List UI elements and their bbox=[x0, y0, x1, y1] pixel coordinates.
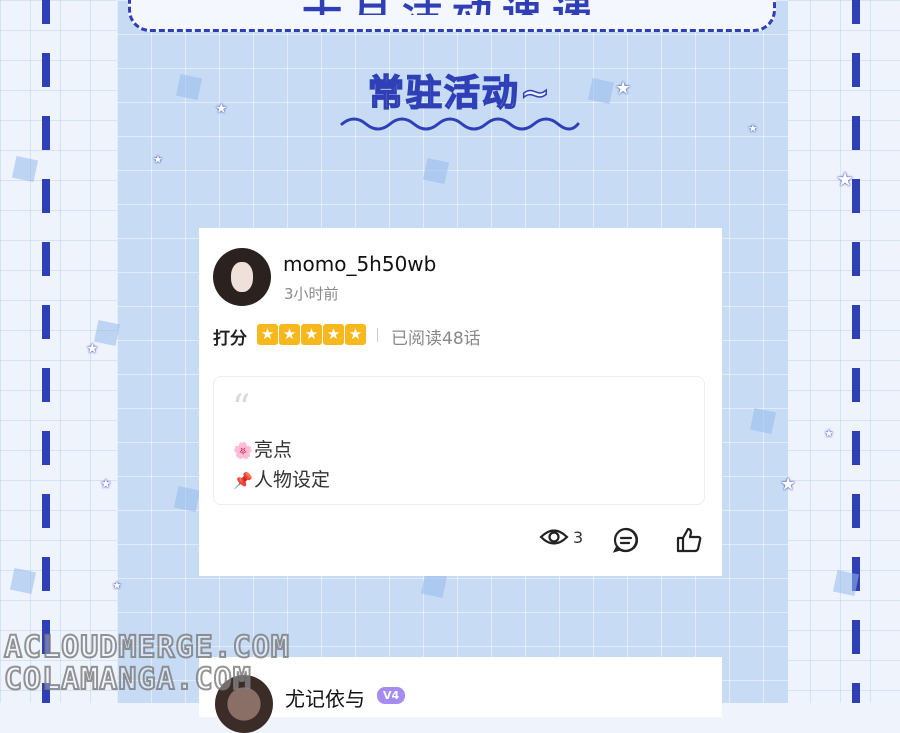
comment-time: 3小时前 bbox=[284, 285, 339, 303]
rating-stars: ★ ★ ★ ★ ★ bbox=[257, 324, 366, 345]
read-status: 已阅读48话 bbox=[391, 329, 481, 349]
decor-square bbox=[11, 155, 39, 183]
comment-line-pin: 📌人物设定 bbox=[232, 465, 330, 492]
comment-icon bbox=[612, 527, 639, 553]
star-icon: ★ bbox=[100, 477, 112, 492]
star-icon: ★ bbox=[824, 427, 834, 440]
wave-divider bbox=[340, 117, 580, 131]
star-icon: ★ bbox=[153, 153, 163, 166]
decor-square bbox=[832, 569, 860, 597]
rating-star-icon: ★ bbox=[323, 324, 344, 345]
reply-button[interactable] bbox=[612, 526, 640, 558]
rating-star-icon: ★ bbox=[279, 324, 300, 345]
eye-icon bbox=[539, 529, 569, 545]
flower-icon: 🌸 bbox=[233, 441, 253, 460]
banner-title: 十月活动速递 bbox=[131, 0, 773, 15]
rating-star-icon: ★ bbox=[301, 324, 322, 345]
star-icon: ★ bbox=[780, 474, 797, 495]
section-title-text: 常驻活动~ bbox=[367, 72, 553, 115]
pushpin-icon: 📌 bbox=[233, 471, 253, 490]
right-dashed-border bbox=[852, 0, 860, 703]
star-icon: ★ bbox=[615, 78, 632, 99]
star-icon: ★ bbox=[86, 341, 99, 357]
username[interactable]: momo_5h50wb bbox=[283, 252, 436, 276]
highlight-text: 亮点 bbox=[254, 439, 293, 461]
pin-text: 人物设定 bbox=[254, 469, 331, 491]
vip-badge: V4 bbox=[377, 687, 406, 704]
rating-label: 打分 bbox=[213, 329, 247, 349]
view-count-button[interactable]: 3 bbox=[539, 526, 583, 548]
star-icon: ★ bbox=[112, 579, 122, 592]
divider bbox=[377, 328, 378, 342]
watermark-line2: COLAMANGA.COM bbox=[3, 661, 252, 698]
decor-square bbox=[422, 157, 450, 185]
quote-icon: “ bbox=[232, 388, 251, 429]
decor-square bbox=[749, 407, 777, 435]
left-dashed-border bbox=[42, 0, 50, 703]
view-count: 3 bbox=[573, 527, 584, 547]
rating-star-icon: ★ bbox=[257, 324, 278, 345]
like-button[interactable] bbox=[675, 526, 703, 558]
star-icon: ★ bbox=[215, 101, 228, 117]
avatar[interactable] bbox=[213, 248, 271, 306]
thumbs-up-icon bbox=[676, 527, 702, 553]
top-banner: 十月活动速递 bbox=[128, 0, 776, 32]
watermark-line1: ACLOUDMERGE.COM bbox=[3, 629, 290, 666]
username[interactable]: 尤记依与 bbox=[285, 683, 365, 712]
section-title: 常驻活动~ bbox=[340, 64, 580, 116]
comment-card-next: 尤记依与 V4 bbox=[199, 657, 722, 733]
star-icon: ★ bbox=[836, 167, 854, 191]
comment-body: “ 🌸亮点 📌人物设定 bbox=[213, 376, 705, 505]
decor-square bbox=[587, 77, 615, 105]
decor-square bbox=[173, 485, 201, 513]
comment-line-highlight: 🌸亮点 bbox=[232, 435, 292, 462]
decor-square bbox=[9, 567, 37, 595]
comment-card: momo_5h50wb 3小时前 打分 ★ ★ ★ ★ ★ 已阅读48话 “ 🌸… bbox=[199, 228, 722, 576]
rating-star-icon: ★ bbox=[345, 324, 366, 345]
decor-square bbox=[175, 73, 203, 101]
star-icon: ★ bbox=[748, 122, 758, 135]
